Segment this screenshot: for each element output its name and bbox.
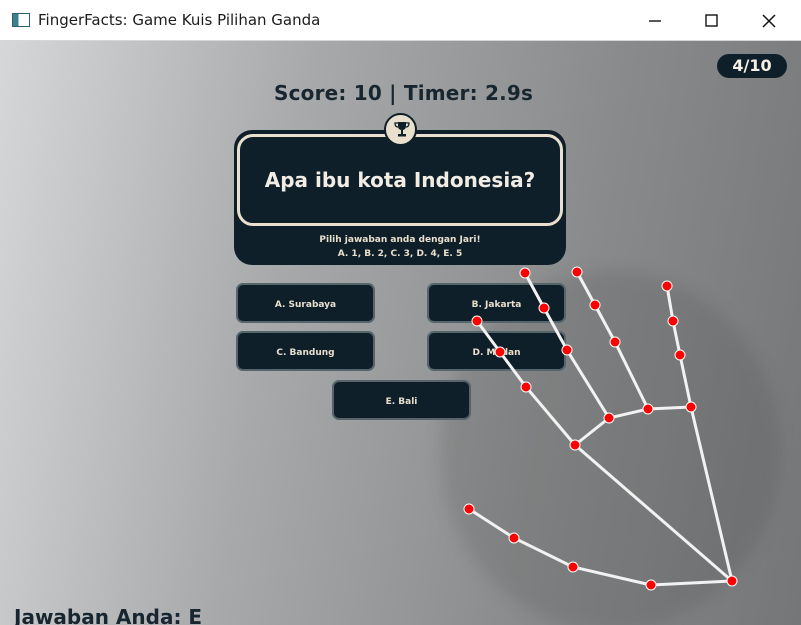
- window-title-bar: FingerFacts: Game Kuis Pilihan Ganda: [0, 0, 801, 41]
- maximize-icon: [705, 14, 718, 27]
- window-title: FingerFacts: Game Kuis Pilihan Ganda: [38, 11, 321, 29]
- close-icon: [762, 14, 776, 28]
- minimize-button[interactable]: [627, 0, 684, 41]
- hand-landmarks-overlay: [463, 266, 738, 591]
- camera-feed: 4/10 Score: 10 | Timer: 2.9s Apa ibu kot…: [0, 41, 801, 625]
- your-answer-text: Jawaban Anda: E: [14, 605, 203, 625]
- maximize-button[interactable]: [684, 0, 741, 41]
- minimize-icon: [649, 20, 661, 22]
- window-app-icon: [12, 13, 30, 27]
- close-button[interactable]: [741, 0, 798, 41]
